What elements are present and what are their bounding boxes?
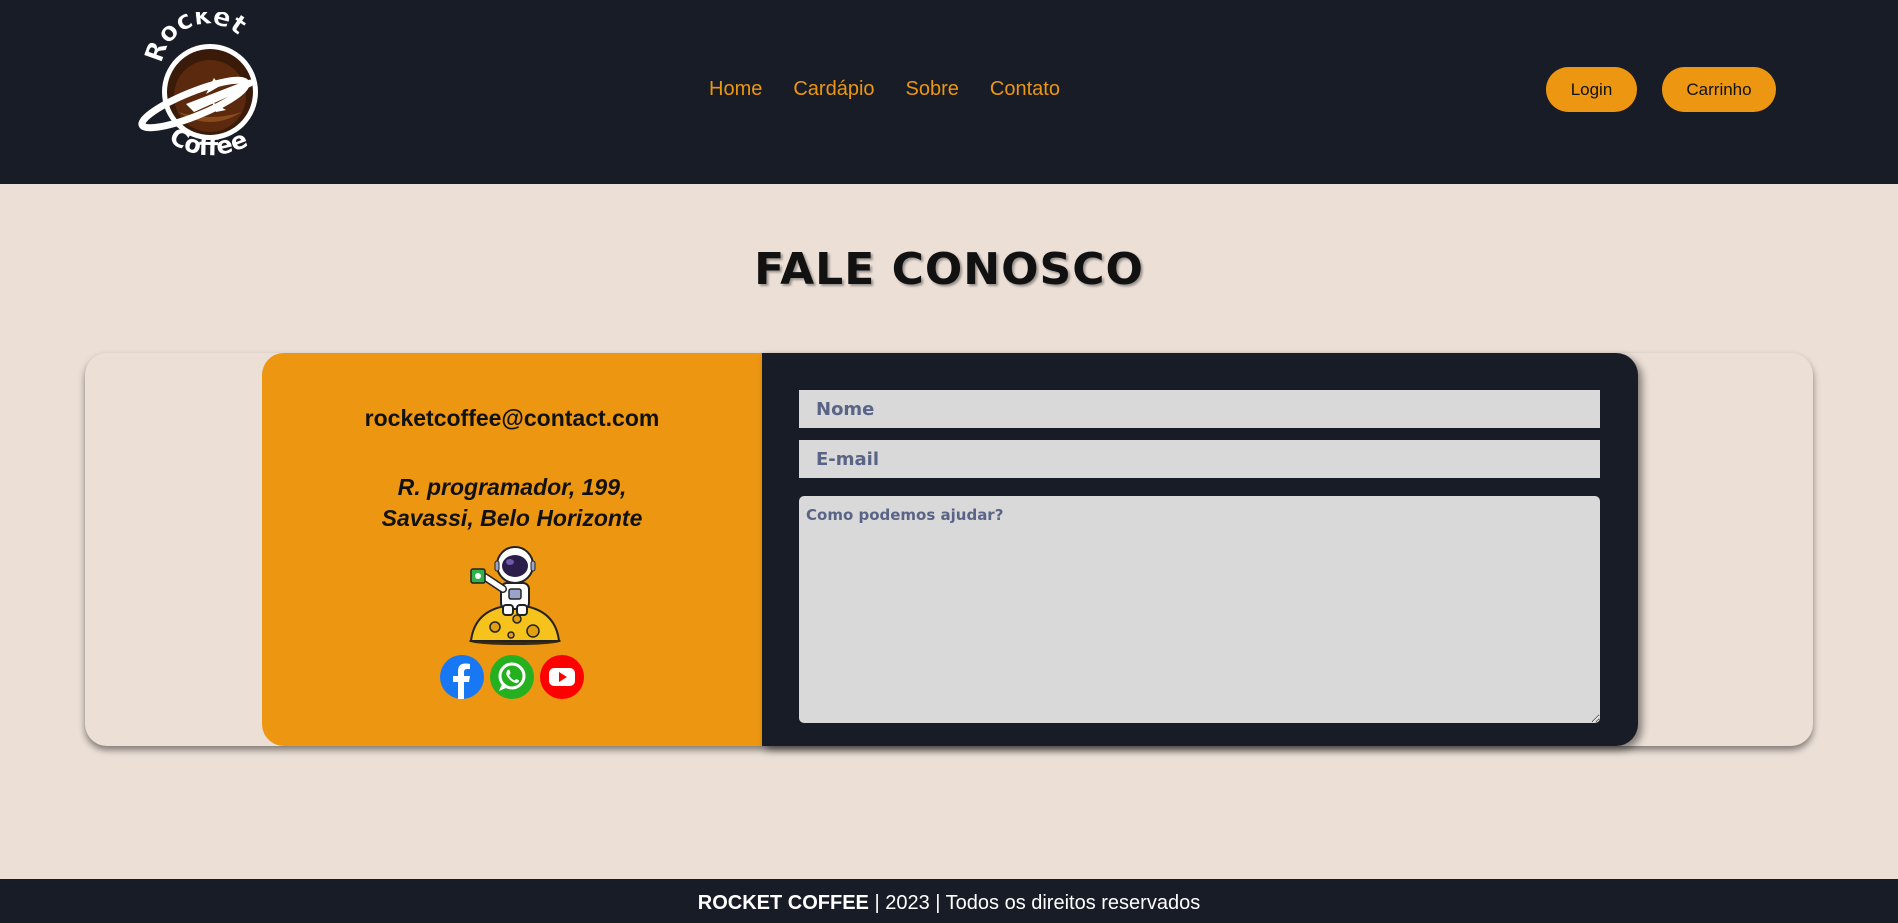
footer-brand: ROCKET COFFEE — [697, 892, 869, 914]
whatsapp-icon[interactable] — [490, 655, 534, 699]
cart-button[interactable]: Carrinho — [1662, 67, 1776, 112]
main-nav: Home Cardápio Sobre Contato — [709, 78, 1060, 101]
nav-sobre[interactable]: Sobre — [906, 78, 959, 101]
message-textarea[interactable] — [799, 496, 1600, 723]
contact-form-panel — [762, 353, 1638, 746]
nav-cardapio[interactable]: Cardápio — [793, 78, 874, 101]
youtube-icon[interactable] — [540, 655, 584, 699]
email-input[interactable] — [799, 440, 1600, 478]
footer-copyright: | 2023 | Todos os direitos reservados — [868, 892, 1201, 914]
site-footer: ROCKET COFFEE | 2023 | Todos os direitos… — [0, 879, 1898, 923]
contact-email: rocketcoffee@contact.com — [364, 405, 660, 431]
address-line-1: R. programador, 199, — [397, 474, 627, 500]
social-links — [440, 655, 584, 699]
site-header: Rocket Coffee Home Cardápio Sobre Contat… — [0, 0, 1898, 184]
nav-contato[interactable]: Contato — [990, 78, 1060, 101]
rocket-coffee-logo[interactable]: Rocket Coffee — [128, 12, 278, 172]
facebook-icon[interactable] — [440, 655, 484, 699]
nav-home[interactable]: Home — [709, 78, 762, 101]
address-line-2: Savassi, Belo Horizonte — [381, 505, 643, 531]
login-button[interactable]: Login — [1546, 67, 1637, 112]
page-title: FALE CONOSCO — [754, 244, 1144, 295]
astronaut-illustration — [469, 546, 561, 645]
contact-info-panel: rocketcoffee@contact.com R. programador,… — [262, 353, 762, 746]
name-input[interactable] — [799, 390, 1600, 428]
